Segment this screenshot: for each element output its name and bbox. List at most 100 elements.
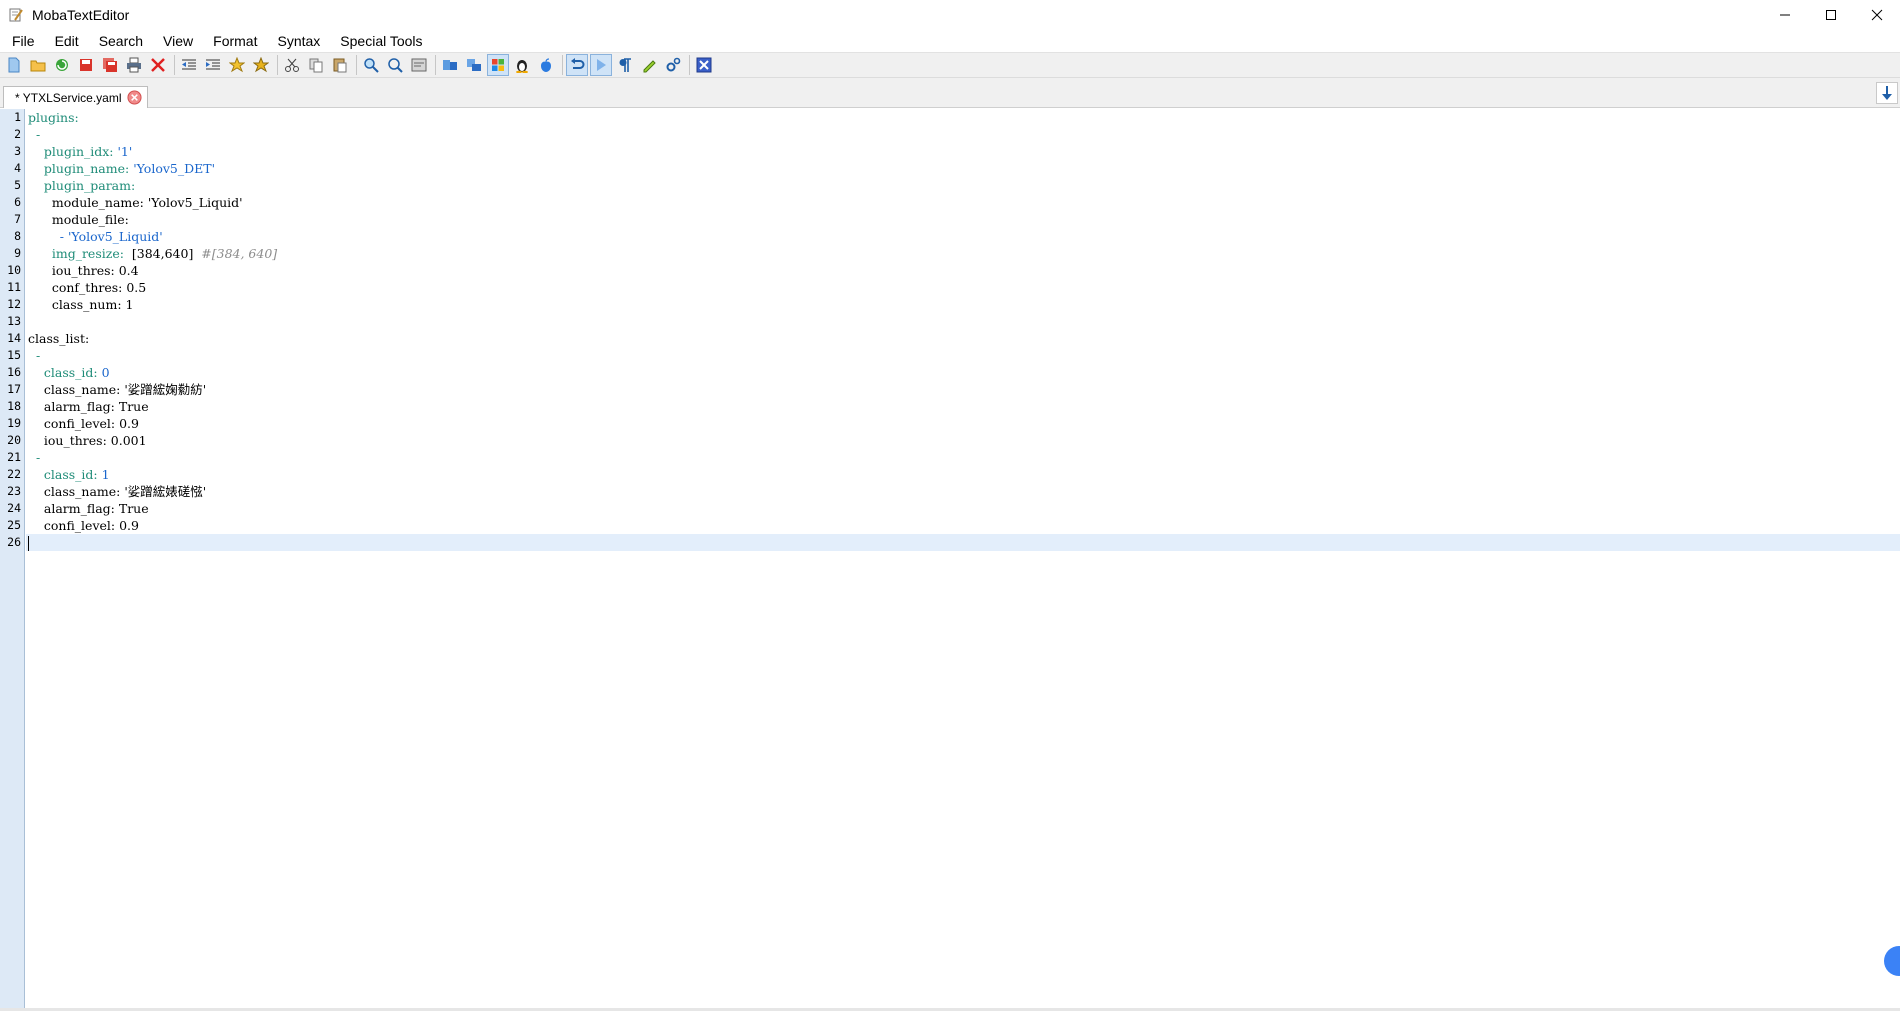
line-number: 12 xyxy=(7,297,21,311)
bookmark-next-button[interactable] xyxy=(250,54,272,76)
exit-button[interactable] xyxy=(693,54,715,76)
tab-list-button[interactable] xyxy=(1876,82,1898,104)
toolbar-separator xyxy=(562,55,563,75)
code-text-segment: alarm_flag: True xyxy=(28,501,149,516)
code-line[interactable]: iou_thres: 0.001 xyxy=(26,432,1900,449)
code-text-segment: class_num: 1 xyxy=(28,297,134,312)
find-button[interactable] xyxy=(360,54,382,76)
save-button[interactable] xyxy=(75,54,97,76)
code-line[interactable]: - xyxy=(26,449,1900,466)
editor-area[interactable]: 1 2 3 4 5 6 7 8 9 10 11 12 13 14 15 16 1… xyxy=(0,109,1900,1009)
code-line[interactable]: class_num: 1 xyxy=(26,296,1900,313)
unindent-icon xyxy=(182,59,196,70)
text-caret xyxy=(28,536,29,551)
redo-button[interactable] xyxy=(590,54,612,76)
line-number: 17 xyxy=(7,382,21,396)
current-code-line[interactable] xyxy=(26,534,1900,551)
sync-button[interactable] xyxy=(463,54,485,76)
goto-button[interactable] xyxy=(408,54,430,76)
print-icon xyxy=(127,57,141,73)
menu-special-tools[interactable]: Special Tools xyxy=(330,30,432,52)
yaml-key: plugins: xyxy=(28,110,79,125)
new-file-icon xyxy=(8,57,20,73)
code-line[interactable]: class_id: 0 xyxy=(26,364,1900,381)
code-line[interactable]: plugins: xyxy=(26,109,1900,126)
bookmark-button[interactable] xyxy=(226,54,248,76)
close-button[interactable] xyxy=(1854,0,1900,30)
linux-eol-button[interactable] xyxy=(511,54,533,76)
minimize-button[interactable] xyxy=(1762,0,1808,30)
line-number: 9 xyxy=(14,246,21,260)
copy-icon xyxy=(309,58,323,73)
mac-eol-button[interactable] xyxy=(535,54,557,76)
line-number: 2 xyxy=(14,127,21,141)
windows-eol-icon xyxy=(492,59,504,71)
code-line[interactable]: module_file: xyxy=(26,211,1900,228)
code-line[interactable]: img_resize: [384,640] #[384, 640] xyxy=(26,245,1900,262)
save-all-icon xyxy=(103,58,117,72)
floating-scroll-button[interactable] xyxy=(1884,946,1900,976)
menu-syntax[interactable]: Syntax xyxy=(267,30,330,52)
line-number: 14 xyxy=(7,331,21,345)
code-line[interactable]: module_name: 'Yolov5_Liquid' xyxy=(26,194,1900,211)
show-symbols-button[interactable] xyxy=(614,54,636,76)
highlight-button[interactable] xyxy=(638,54,660,76)
code-line[interactable]: class_list: xyxy=(26,330,1900,347)
close-file-button[interactable] xyxy=(147,54,169,76)
menu-search[interactable]: Search xyxy=(89,30,153,52)
code-line[interactable]: - xyxy=(26,347,1900,364)
open-button[interactable] xyxy=(27,54,49,76)
replace-button[interactable] xyxy=(384,54,406,76)
paste-button[interactable] xyxy=(329,54,351,76)
code-line[interactable]: confi_level: 0.9 xyxy=(26,517,1900,534)
maximize-button[interactable] xyxy=(1808,0,1854,30)
tab-bar: * YTXLService.yaml xyxy=(0,78,1900,108)
menu-view[interactable]: View xyxy=(153,30,203,52)
cut-button[interactable] xyxy=(281,54,303,76)
menu-file[interactable]: File xyxy=(2,30,45,52)
tab-ytxlservice-yaml[interactable]: * YTXLService.yaml xyxy=(3,86,149,108)
code-line[interactable]: class_name: '娑蹭綋婅勬紡' xyxy=(26,381,1900,398)
menu-edit[interactable]: Edit xyxy=(45,30,89,52)
unindent-button[interactable] xyxy=(178,54,200,76)
line-number: 7 xyxy=(14,212,21,226)
indent-button[interactable] xyxy=(202,54,224,76)
print-button[interactable] xyxy=(123,54,145,76)
code-line[interactable]: class_name: '娑蹭綋婊磋惤' xyxy=(26,483,1900,500)
new-file-button[interactable] xyxy=(3,54,25,76)
code-line[interactable]: alarm_flag: True xyxy=(26,398,1900,415)
code-text-segment: class_name: '娑蹭綋婅勬紡' xyxy=(28,382,207,397)
code-line[interactable]: - 'Yolov5_Liquid' xyxy=(26,228,1900,245)
code-line[interactable]: confi_level: 0.9 xyxy=(26,415,1900,432)
code-line[interactable]: plugin_param: xyxy=(26,177,1900,194)
linux-eol-icon xyxy=(516,60,528,73)
toolbar-separator xyxy=(435,55,436,75)
settings-button[interactable] xyxy=(662,54,684,76)
code-text-segment: conf_thres: 0.5 xyxy=(28,280,147,295)
code-line[interactable]: alarm_flag: True xyxy=(26,500,1900,517)
windows-eol-button[interactable] xyxy=(487,54,509,76)
code-line[interactable]: plugin_name: 'Yolov5_DET' xyxy=(26,160,1900,177)
bookmark-next-icon xyxy=(253,57,269,73)
code-line[interactable]: - xyxy=(26,126,1900,143)
compare-button[interactable] xyxy=(439,54,461,76)
code-line[interactable]: iou_thres: 0.4 xyxy=(26,262,1900,279)
line-number: 15 xyxy=(7,348,21,362)
code-text-segment: class_name: '娑蹭綋婊磋惤' xyxy=(28,484,207,499)
menu-format[interactable]: Format xyxy=(203,30,267,52)
highlight-pen-icon xyxy=(643,60,656,73)
save-all-button[interactable] xyxy=(99,54,121,76)
reload-button[interactable] xyxy=(51,54,73,76)
line-number: 11 xyxy=(7,280,21,294)
code-text-segment: alarm_flag: True xyxy=(28,399,149,414)
line-number: 16 xyxy=(7,365,21,379)
code-text-segment: confi_level: 0.9 xyxy=(28,518,139,533)
code-text[interactable]: plugins: - plugin_idx: '1' plugin_name: … xyxy=(26,109,1900,551)
code-line[interactable] xyxy=(26,313,1900,330)
code-line[interactable]: plugin_idx: '1' xyxy=(26,143,1900,160)
tab-close-icon[interactable] xyxy=(127,90,143,105)
code-line[interactable]: class_id: 1 xyxy=(26,466,1900,483)
copy-button[interactable] xyxy=(305,54,327,76)
code-line[interactable]: conf_thres: 0.5 xyxy=(26,279,1900,296)
undo-button[interactable] xyxy=(566,54,588,76)
